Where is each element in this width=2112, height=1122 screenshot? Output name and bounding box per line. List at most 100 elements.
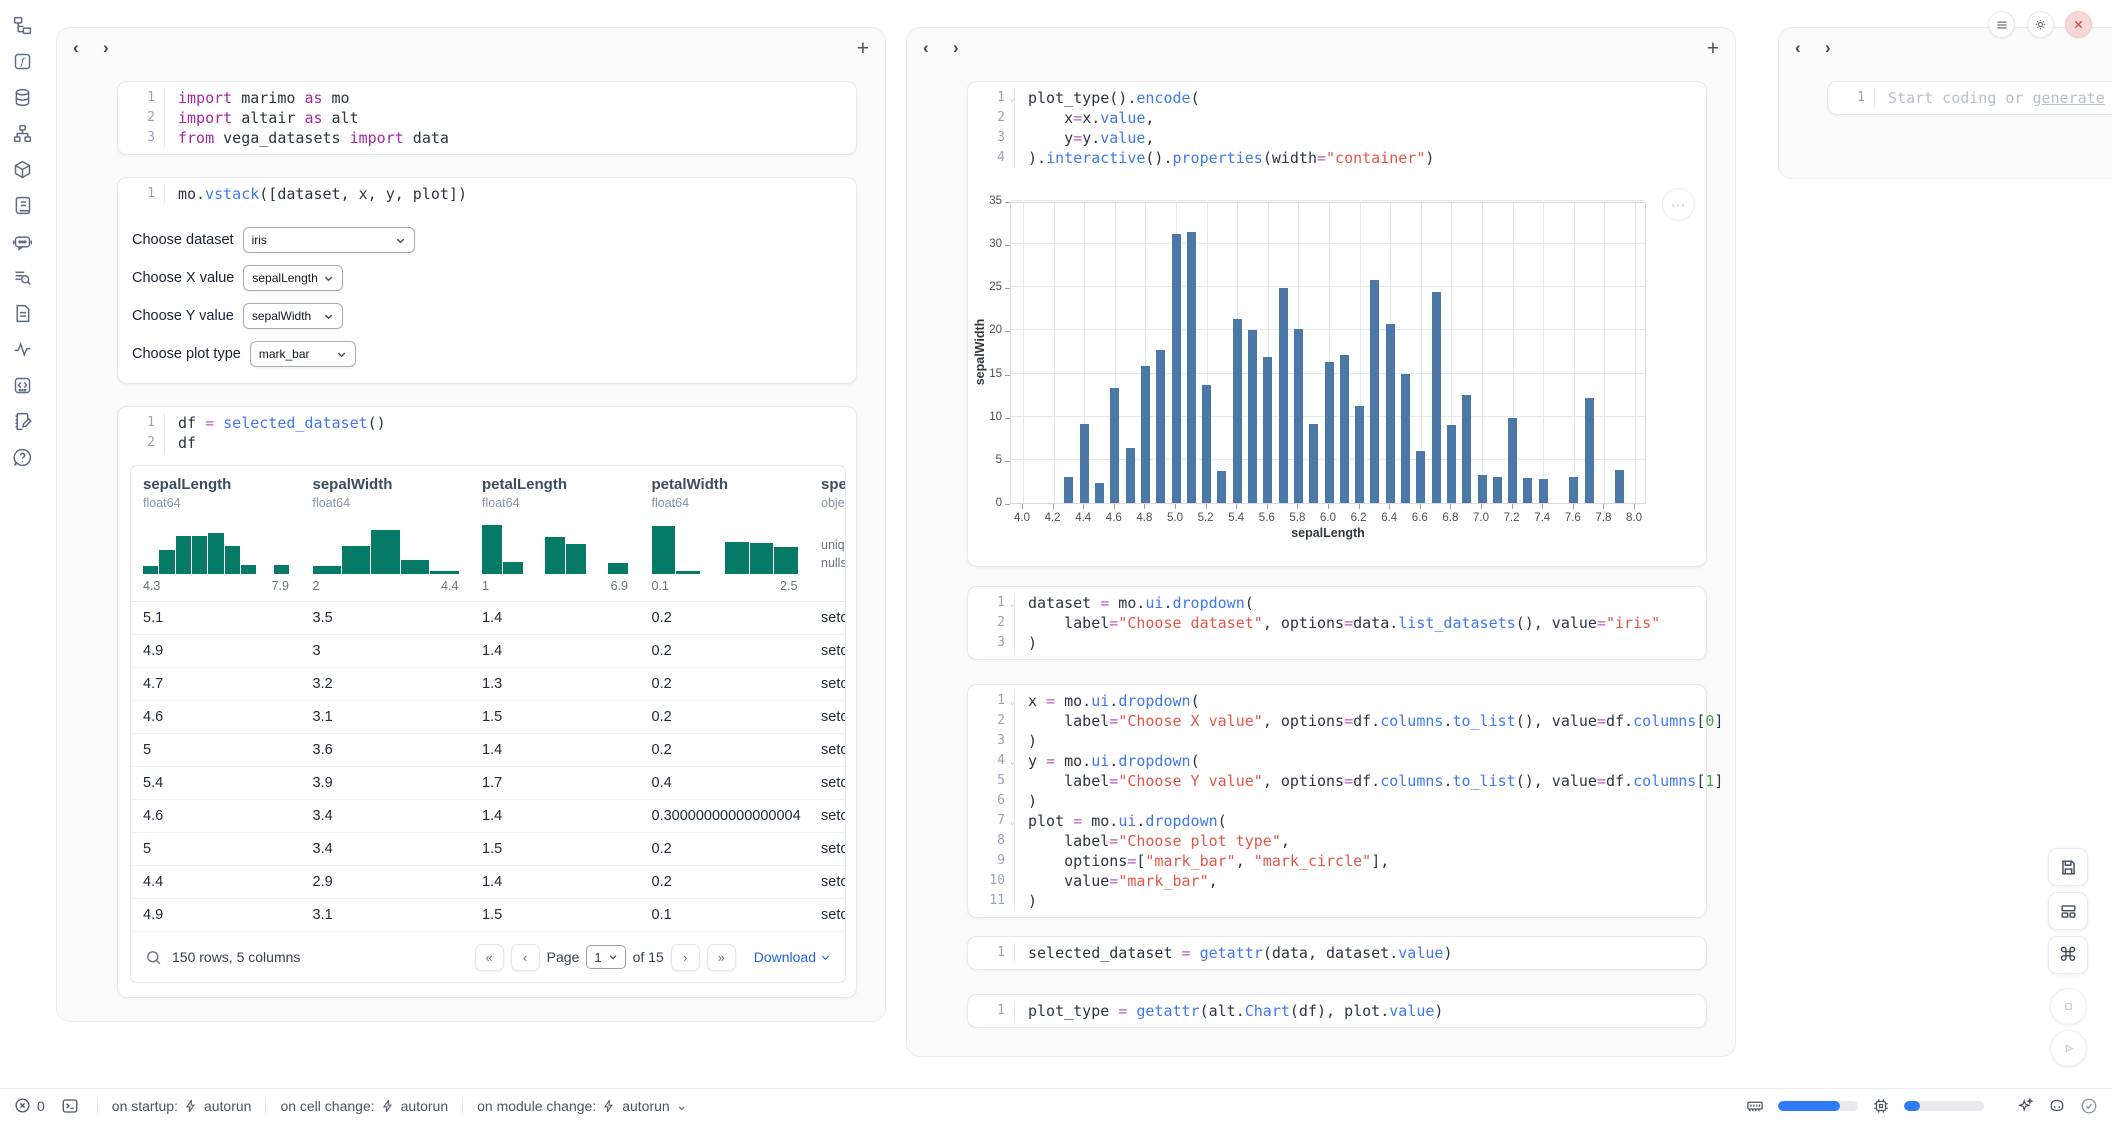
stop-button[interactable] [2050, 988, 2087, 1025]
chevron-left-icon[interactable]: ‹ [73, 38, 103, 58]
prev-page-button[interactable]: ‹ [511, 944, 540, 971]
on-startup-setting[interactable]: on startup: autorun [112, 1098, 252, 1114]
dropdown-row: Choose plot type mark_bar [132, 341, 842, 367]
save-button[interactable] [2048, 848, 2088, 886]
column-left-header: ‹ › + [57, 28, 885, 68]
documentation-icon[interactable] [11, 194, 33, 216]
page-count: of 15 [633, 949, 664, 965]
menu-button[interactable] [1988, 11, 2015, 38]
code-editor[interactable]: 1import marimo as mo2import altair as al… [118, 82, 856, 154]
pagination: « ‹ Page 1 of 15 › » [475, 944, 736, 971]
connection-status-button[interactable] [2080, 1097, 2098, 1115]
help-icon[interactable] [11, 446, 33, 468]
column-right-header: ‹ › [1779, 28, 2112, 68]
chevron-down-icon [336, 349, 347, 360]
stop-icon [2060, 998, 2077, 1015]
chevron-right-icon[interactable]: › [953, 38, 983, 58]
table-row: 4.42.91.40.2setosa [131, 866, 845, 899]
file-explorer-icon[interactable] [11, 14, 33, 36]
error-circle-icon [14, 1097, 31, 1114]
variables-icon[interactable]: f [11, 50, 33, 72]
memory-usage-bar [1778, 1101, 1858, 1111]
on-module-change-setting[interactable]: on module change: autorun ⌄ [477, 1097, 687, 1114]
table-column-header[interactable]: sepalLengthfloat644.37.9 [131, 466, 301, 601]
last-page-button[interactable]: » [707, 944, 736, 971]
dropdown-select[interactable]: sepalLength [243, 265, 343, 291]
cell-plot[interactable]: 1⌄plot_type().encode(2 x=x.value,3 y=y.v… [967, 81, 1707, 567]
keyboard-shortcuts-button[interactable]: ⌘ [2048, 936, 2088, 974]
chart-bar [1110, 388, 1119, 503]
code-editor[interactable]: 1df = selected_dataset()2df [118, 407, 856, 459]
code-editor[interactable]: 1mo.vstack([dataset, x, y, plot]) [118, 178, 856, 210]
next-page-button[interactable]: › [671, 944, 700, 971]
shutdown-button[interactable] [2065, 11, 2092, 38]
terminal-button[interactable] [61, 1097, 79, 1115]
datasources-icon[interactable] [11, 86, 33, 108]
settings-button[interactable] [2027, 11, 2054, 38]
chart-bar [1432, 292, 1441, 503]
table-column-header[interactable]: petalWidthfloat640.12.5 [640, 466, 810, 601]
table-row: 4.73.21.30.2setosa [131, 668, 845, 701]
cell-xy-plot-dropdowns[interactable]: 1⌄x = mo.ui.dropdown(2 label="Choose X v… [967, 684, 1707, 918]
copilot-button[interactable] [2048, 1097, 2066, 1115]
run-button[interactable] [2050, 1030, 2087, 1067]
chart-menu-button[interactable]: ⋯ [1662, 188, 1695, 221]
outline-icon[interactable] [11, 302, 33, 324]
on-cell-change-setting[interactable]: on cell change: autorun [280, 1098, 448, 1114]
ai-chat-icon[interactable] [11, 230, 33, 252]
table-column-header[interactable]: petalLengthfloat6416.9 [470, 466, 640, 601]
table-footer: 150 rows, 5 columns « ‹ Page 1 of 15 › »… [131, 932, 845, 982]
download-button[interactable]: Download [754, 949, 831, 965]
cell-imports[interactable]: 1import marimo as mo2import altair as al… [117, 81, 857, 155]
ai-assistant-button[interactable] [2016, 1097, 2034, 1115]
chart-bar [1095, 483, 1104, 503]
table-column-header[interactable]: sepalWidthfloat6424.4 [301, 466, 471, 601]
dropdown-select[interactable]: iris [243, 227, 415, 253]
add-cell-button[interactable]: + [857, 38, 869, 59]
search-icon[interactable] [145, 949, 162, 966]
add-cell-button[interactable]: + [1707, 38, 1719, 59]
first-page-button[interactable]: « [475, 944, 504, 971]
code-editor[interactable]: 1⌄x = mo.ui.dropdown(2 label="Choose X v… [968, 685, 1706, 917]
packages-icon[interactable] [11, 158, 33, 180]
code-editor[interactable]: 1⌄plot_type().encode(2 x=x.value,3 y=y.v… [968, 82, 1706, 174]
code-editor[interactable]: 1Start coding or generate with [1828, 82, 2112, 114]
page-label: Page [547, 949, 580, 965]
code-editor[interactable]: 1selected_dataset = getattr(data, datase… [968, 937, 1706, 969]
chevron-left-icon[interactable]: ‹ [1795, 38, 1825, 58]
table-row: 5.13.51.40.2setosa [131, 602, 845, 635]
lightning-icon [602, 1099, 616, 1113]
check-circle-icon [2080, 1097, 2098, 1115]
snippets-icon[interactable] [11, 374, 33, 396]
dropdown-label: Choose plot type [132, 346, 241, 362]
scratchpad-icon[interactable] [11, 410, 33, 432]
dependencies-icon[interactable] [11, 122, 33, 144]
layout-button[interactable] [2048, 892, 2088, 930]
cell-empty-editor[interactable]: 1Start coding or generate with [1827, 81, 2112, 115]
tracing-icon[interactable] [11, 338, 33, 360]
table-column-header[interactable]: speciesobjectuniquenulls: [809, 466, 846, 601]
code-editor[interactable]: 1plot_type = getattr(alt.Chart(df), plot… [968, 995, 1706, 1027]
cell-plot-type[interactable]: 1plot_type = getattr(alt.Chart(df), plot… [967, 994, 1707, 1028]
dropdown-select[interactable]: sepalWidth [243, 303, 343, 329]
chart-bar [1325, 362, 1334, 504]
chart-bar [1340, 355, 1349, 503]
bar-chart[interactable] [1010, 202, 1646, 504]
cell-dataset-dropdown[interactable]: 1⌄dataset = mo.ui.dropdown(2 label="Choo… [967, 586, 1707, 660]
code-editor[interactable]: 1⌄dataset = mo.ui.dropdown(2 label="Choo… [968, 587, 1706, 659]
cell-selected-dataset[interactable]: 1selected_dataset = getattr(data, datase… [967, 936, 1707, 970]
cell-vstack[interactable]: 1mo.vstack([dataset, x, y, plot]) Choose… [117, 177, 857, 384]
cell-dataframe[interactable]: 1df = selected_dataset()2df sepalLengthf… [117, 406, 857, 998]
chevron-left-icon[interactable]: ‹ [923, 38, 953, 58]
dropdown-select[interactable]: mark_bar [250, 341, 356, 367]
cpu-icon [1872, 1097, 1890, 1115]
logs-icon[interactable] [11, 266, 33, 288]
divider [265, 1097, 266, 1115]
chevron-right-icon[interactable]: › [1825, 38, 1855, 58]
chart-bar [1080, 424, 1089, 503]
page-select[interactable]: 1 [586, 945, 625, 969]
chevron-right-icon[interactable]: › [103, 38, 133, 58]
table-summary: 150 rows, 5 columns [172, 949, 300, 965]
error-indicator[interactable]: 0 [14, 1097, 45, 1114]
play-icon [2060, 1040, 2077, 1057]
